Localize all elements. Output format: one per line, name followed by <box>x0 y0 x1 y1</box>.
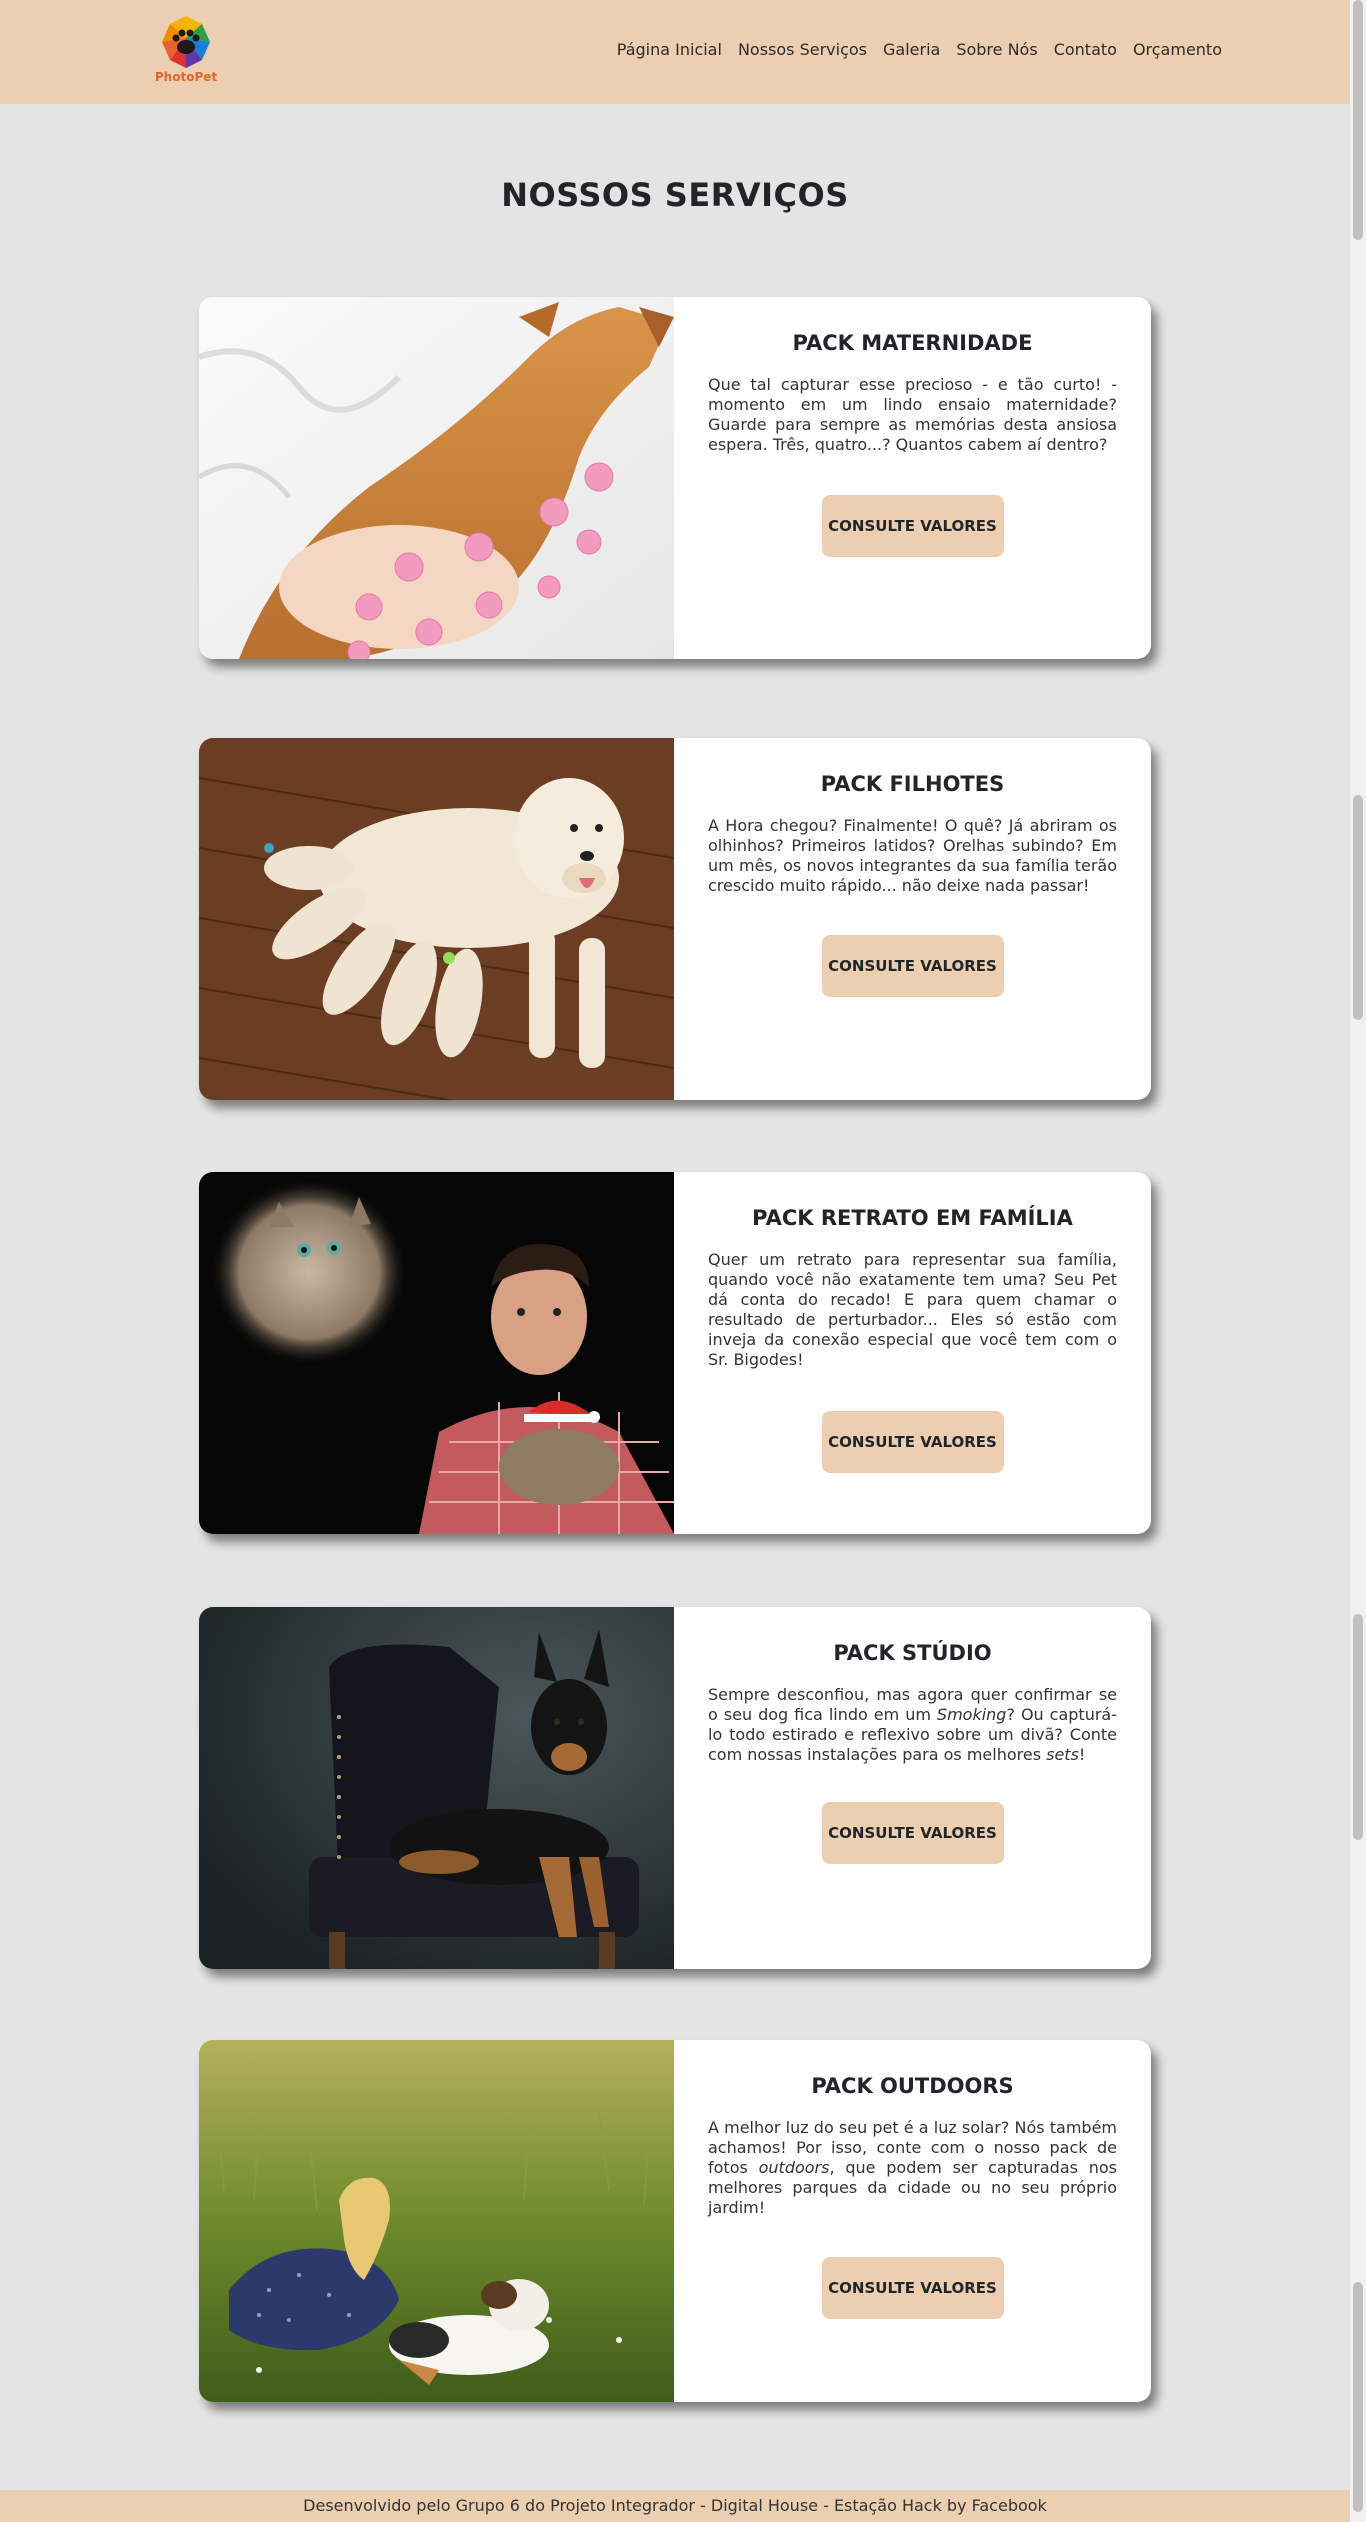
consult-prices-button[interactable]: CONSULTE VALORES <box>821 935 1004 997</box>
vertical-scrollbar[interactable] <box>1350 0 1366 2522</box>
service-card-body: PACK FILHOTES A Hora chegou? Finalmente!… <box>674 738 1151 1100</box>
service-card-outdoors: PACK OUTDOORS A melhor luz do seu pet é … <box>199 2040 1151 2402</box>
consult-prices-button[interactable]: CONSULTE VALORES <box>821 2257 1004 2319</box>
nav-link-home[interactable]: Página Inicial <box>617 40 722 59</box>
text-emphasis: sets <box>1046 1745 1079 1764</box>
service-title: PACK MATERNIDADE <box>792 331 1033 355</box>
service-card-body: PACK MATERNIDADE Que tal capturar esse p… <box>674 297 1151 659</box>
service-description: Sempre desconfiou, mas agora quer confir… <box>708 1685 1117 1765</box>
golden-retriever-puppies-photo <box>199 738 674 1100</box>
service-card-body: PACK OUTDOORS A melhor luz do seu pet é … <box>674 2040 1151 2402</box>
nav-link-about[interactable]: Sobre Nós <box>956 40 1037 59</box>
site-header: PhotoPet Página Inicial Nossos Serviços … <box>0 0 1350 104</box>
service-description: A Hora chegou? Finalmente! O quê? Já abr… <box>708 816 1117 895</box>
consult-prices-button[interactable]: CONSULTE VALORES <box>821 495 1004 557</box>
service-description: Que tal capturar esse precioso - e tão c… <box>708 375 1117 454</box>
service-title: PACK RETRATO EM FAMÍLIA <box>752 1206 1073 1230</box>
service-title: PACK FILHOTES <box>820 772 1005 796</box>
scrollbar-thumb[interactable] <box>1353 1614 1363 1840</box>
pregnant-dog-photo <box>199 297 674 659</box>
page: PhotoPet Página Inicial Nossos Serviços … <box>0 0 1350 2522</box>
logo-text: PhotoPet <box>154 70 218 84</box>
text-emphasis: outdoors <box>758 2158 830 2177</box>
page-title: NOSSOS SERVIÇOS <box>501 176 849 214</box>
woman-with-collie-outdoors-photo <box>199 2040 674 2402</box>
service-card-body: PACK STÚDIO Sempre desconfiou, mas agora… <box>674 1607 1151 1969</box>
paw-logo-icon <box>162 16 210 68</box>
dog-on-armchair-studio-photo <box>199 1607 674 1969</box>
site-footer: Desenvolvido pelo Grupo 6 do Projeto Int… <box>0 2490 1350 2522</box>
scrollbar-thumb[interactable] <box>1353 0 1363 240</box>
service-card-filhotes: PACK FILHOTES A Hora chegou? Finalmente!… <box>199 738 1151 1100</box>
nav-link-services[interactable]: Nossos Serviços <box>738 40 867 59</box>
text-emphasis: Smoking <box>936 1705 1007 1724</box>
nav-link-contact[interactable]: Contato <box>1054 40 1117 59</box>
service-card-body: PACK RETRATO EM FAMÍLIA Quer um retrato … <box>674 1172 1151 1534</box>
nav-link-quote[interactable]: Orçamento <box>1133 40 1222 59</box>
service-description: Quer um retrato para representar sua fam… <box>708 1250 1117 1369</box>
service-title: PACK STÚDIO <box>833 1641 992 1665</box>
scrollbar-thumb[interactable] <box>1353 2282 1363 2512</box>
service-description: A melhor luz do seu pet é a luz solar? N… <box>708 2118 1117 2218</box>
consult-prices-button[interactable]: CONSULTE VALORES <box>821 1411 1004 1473</box>
man-with-cat-portrait-photo <box>199 1172 674 1534</box>
service-card-studio: PACK STÚDIO Sempre desconfiou, mas agora… <box>199 1607 1151 1969</box>
text-part: ! <box>1078 1745 1086 1764</box>
nav-link-gallery[interactable]: Galeria <box>883 40 940 59</box>
consult-prices-button[interactable]: CONSULTE VALORES <box>821 1802 1004 1864</box>
scrollbar-thumb[interactable] <box>1353 795 1363 1020</box>
photopet-logo[interactable]: PhotoPet <box>152 14 220 92</box>
service-card-maternidade: PACK MATERNIDADE Que tal capturar esse p… <box>199 297 1151 659</box>
service-title: PACK OUTDOORS <box>811 2074 1014 2098</box>
service-card-retrato-familia: PACK RETRATO EM FAMÍLIA Quer um retrato … <box>199 1172 1151 1534</box>
main-nav: Página Inicial Nossos Serviços Galeria S… <box>617 40 1222 59</box>
